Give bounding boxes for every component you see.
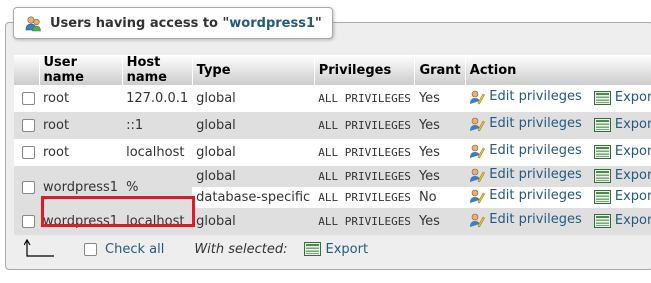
- users-legend: Users having access to " wordpress1 ": [13, 7, 333, 39]
- export-link[interactable]: Export: [593, 213, 651, 228]
- export-icon: [593, 168, 611, 183]
- row-checkbox[interactable]: [22, 215, 35, 228]
- row-checkbox[interactable]: [22, 119, 35, 132]
- bulk-export-label: Export: [325, 241, 369, 257]
- grant: No: [414, 187, 466, 208]
- host-name: 127.0.0.1: [122, 85, 193, 112]
- edit-privileges-link[interactable]: Edit privileges: [469, 188, 582, 204]
- export-icon: [303, 242, 321, 256]
- type: global: [192, 166, 315, 187]
- legend-prefix: Users having access to ": [50, 15, 230, 31]
- export-label: Export: [614, 144, 651, 159]
- legend-suffix: ": [315, 15, 322, 31]
- table-row: root localhost global ALL PRIVILEGES Yes…: [14, 139, 651, 166]
- edit-privileges-icon: [470, 144, 486, 158]
- row-checkbox[interactable]: [22, 92, 35, 105]
- privileges: ALL PRIVILEGES: [314, 166, 415, 187]
- table-header-row: User name Host name Type Privileges Gran…: [14, 55, 651, 85]
- user-name: wordpress1: [39, 166, 123, 208]
- edit-privileges-link[interactable]: Edit privileges: [469, 116, 582, 132]
- legend-db-name[interactable]: wordpress1: [229, 16, 315, 31]
- export-label: Export: [614, 213, 651, 228]
- header-type: Type: [192, 55, 315, 85]
- export-icon: [593, 144, 611, 159]
- edit-privileges-label: Edit privileges: [489, 116, 582, 131]
- header-privileges: Privileges: [314, 55, 416, 85]
- export-link[interactable]: Export: [593, 90, 651, 105]
- type: global: [192, 139, 315, 166]
- export-link[interactable]: Export: [593, 168, 651, 183]
- edit-privileges-label: Edit privileges: [489, 188, 582, 203]
- type: global: [192, 208, 315, 235]
- privileges: ALL PRIVILEGES: [314, 208, 415, 235]
- export-icon: [593, 117, 611, 132]
- table-row: wordpress1 localhost global ALL PRIVILEG…: [14, 208, 651, 235]
- export-icon: [593, 189, 611, 204]
- bulk-export-link[interactable]: Export: [303, 241, 369, 257]
- check-all-checkbox[interactable]: [84, 242, 97, 256]
- users-icon: [25, 15, 41, 31]
- export-label: Export: [614, 117, 651, 132]
- edit-privileges-link[interactable]: Edit privileges: [469, 143, 582, 159]
- header-checkbox-col: [14, 55, 40, 85]
- grant: Yes: [414, 85, 466, 112]
- privileges: ALL PRIVILEGES: [314, 85, 415, 112]
- export-link[interactable]: Export: [593, 144, 651, 159]
- grant: Yes: [414, 112, 466, 139]
- header-host-name: Host name: [122, 55, 193, 85]
- row-checkbox[interactable]: [22, 146, 35, 159]
- user-name: root: [39, 112, 123, 139]
- edit-privileges-link[interactable]: Edit privileges: [469, 89, 582, 105]
- header-action: Action: [465, 55, 651, 85]
- edit-privileges-icon: [470, 168, 486, 182]
- edit-privileges-icon: [470, 117, 486, 131]
- edit-privileges-label: Edit privileges: [489, 143, 582, 158]
- user-name: root: [39, 85, 123, 112]
- export-label: Export: [614, 90, 651, 105]
- edit-privileges-icon: [470, 90, 486, 104]
- edit-privileges-link[interactable]: Edit privileges: [469, 212, 582, 228]
- export-label: Export: [614, 189, 651, 204]
- host-name: %: [122, 166, 193, 208]
- type: global: [192, 85, 315, 112]
- type: global: [192, 112, 315, 139]
- privileges: ALL PRIVILEGES: [314, 187, 415, 208]
- grant: Yes: [414, 139, 466, 166]
- host-name: localhost: [122, 139, 193, 166]
- edit-privileges-icon: [470, 213, 486, 227]
- table-row: root ::1 global ALL PRIVILEGES Yes Edit …: [14, 112, 651, 139]
- export-icon: [593, 213, 611, 228]
- arrow-left-icon: [24, 239, 54, 257]
- export-icon: [593, 90, 611, 105]
- host-name: localhost: [122, 208, 193, 235]
- privileges: ALL PRIVILEGES: [314, 112, 415, 139]
- table-row: wordpress1 % global ALL PRIVILEGES Yes E…: [14, 166, 651, 208]
- users-table: User name Host name Type Privileges Gran…: [14, 55, 651, 235]
- type: database-specific: [192, 187, 315, 208]
- privileges: ALL PRIVILEGES: [314, 139, 415, 166]
- check-all-label[interactable]: Check all: [105, 242, 164, 257]
- with-selected-label: With selected:: [194, 241, 288, 257]
- export-label: Export: [614, 168, 651, 183]
- user-name: root: [39, 139, 123, 166]
- grant: Yes: [414, 208, 466, 235]
- export-link[interactable]: Export: [593, 189, 651, 204]
- edit-privileges-label: Edit privileges: [489, 212, 582, 227]
- table-row: root 127.0.0.1 global ALL PRIVILEGES Yes…: [14, 85, 651, 112]
- grant: Yes: [414, 166, 466, 187]
- bulk-actions-bar: Check all With selected: Export: [14, 236, 368, 262]
- edit-privileges-label: Edit privileges: [489, 167, 582, 182]
- export-link[interactable]: Export: [593, 117, 651, 132]
- edit-privileges-icon: [470, 189, 486, 203]
- edit-privileges-label: Edit privileges: [489, 89, 582, 104]
- edit-privileges-link[interactable]: Edit privileges: [469, 167, 582, 183]
- host-name: ::1: [122, 112, 193, 139]
- row-checkbox[interactable]: [22, 180, 35, 194]
- header-user-name: User name: [39, 55, 123, 85]
- user-name: wordpress1: [39, 208, 123, 235]
- header-grant: Grant: [414, 55, 466, 85]
